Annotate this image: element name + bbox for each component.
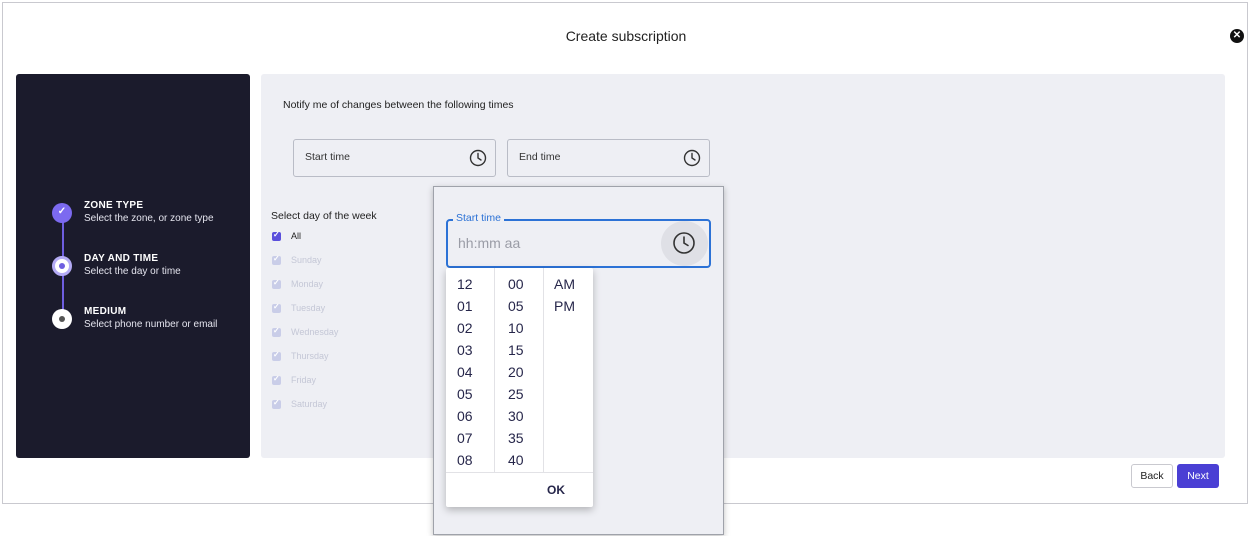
day-label: Friday: [291, 375, 317, 385]
hour-option[interactable]: 03: [446, 339, 494, 361]
ok-button[interactable]: OK: [547, 483, 565, 497]
checkbox-checked-icon[interactable]: [272, 230, 281, 241]
step-title: DAY AND TIME: [84, 253, 159, 264]
minute-option[interactable]: 05: [495, 295, 543, 317]
day-label: Saturday: [291, 399, 328, 409]
hour-option[interactable]: 01: [446, 295, 494, 317]
minute-option[interactable]: 00: [495, 273, 543, 295]
clock-icon[interactable]: [672, 231, 696, 255]
day-label: Wednesday: [291, 327, 339, 337]
clock-icon[interactable]: [469, 149, 487, 167]
start-time-input-label: Start time: [453, 212, 504, 224]
checkbox-checked-icon[interactable]: [272, 374, 281, 385]
day-label: All: [291, 231, 302, 241]
minute-option[interactable]: 35: [495, 427, 543, 449]
minute-option[interactable]: 25: [495, 383, 543, 405]
period-option-am[interactable]: AM: [544, 273, 593, 295]
start-time-label: Start time: [305, 151, 350, 163]
day-label: Thursday: [291, 351, 329, 361]
step-subtitle: Select the day or time: [84, 266, 181, 277]
minute-option[interactable]: 10: [495, 317, 543, 339]
hour-option[interactable]: 08: [446, 449, 494, 471]
back-button[interactable]: Back: [1131, 464, 1173, 488]
hour-option[interactable]: 12: [446, 273, 494, 295]
content-panel: [261, 74, 1225, 458]
step-title: ZONE TYPE: [84, 200, 144, 211]
day-label: Monday: [291, 279, 324, 289]
hour-option[interactable]: 04: [446, 361, 494, 383]
checkbox-checked-icon[interactable]: [272, 326, 281, 337]
hours-column[interactable]: 12 01 02 03 04 05 06 07 08: [446, 268, 495, 472]
start-time-field[interactable]: Start time: [293, 139, 496, 177]
minute-option[interactable]: 30: [495, 405, 543, 427]
modal-title: Create subscription: [565, 28, 687, 44]
next-button[interactable]: Next: [1177, 464, 1219, 488]
checkbox-checked-icon[interactable]: [272, 254, 281, 265]
minutes-column[interactable]: 00 05 10 15 20 25 30 35 40: [495, 268, 544, 472]
days-label: Select day of the week: [271, 210, 377, 222]
checkbox-checked-icon[interactable]: [272, 302, 281, 313]
time-picker-dropdown: 12 01 02 03 04 05 06 07 08 00 05 10 15 2…: [446, 268, 593, 507]
minute-option[interactable]: 20: [495, 361, 543, 383]
step-subtitle: Select the zone, or zone type: [84, 213, 214, 224]
day-label: Tuesday: [291, 303, 326, 313]
checkbox-checked-icon[interactable]: [272, 278, 281, 289]
step-subtitle: Select phone number or email: [84, 319, 218, 330]
hour-option[interactable]: 07: [446, 427, 494, 449]
minute-option[interactable]: 40: [495, 449, 543, 471]
period-column[interactable]: AM PM: [544, 268, 593, 472]
notify-label: Notify me of changes between the followi…: [283, 99, 514, 111]
end-time-field[interactable]: End time: [507, 139, 710, 177]
clock-icon[interactable]: [683, 149, 701, 167]
hour-option[interactable]: 05: [446, 383, 494, 405]
step-complete-icon: [52, 203, 72, 223]
time-picker-footer: OK: [446, 472, 593, 507]
close-icon[interactable]: ✕: [1230, 29, 1244, 43]
end-time-label: End time: [519, 151, 561, 163]
day-label: Sunday: [291, 255, 322, 265]
step-active-icon: [52, 256, 72, 276]
hour-option[interactable]: 02: [446, 317, 494, 339]
minute-option[interactable]: 15: [495, 339, 543, 361]
start-time-placeholder: hh:mm aa: [458, 235, 521, 251]
period-option-pm[interactable]: PM: [544, 295, 593, 317]
checkbox-checked-icon[interactable]: [272, 350, 281, 361]
step-title: MEDIUM: [84, 306, 127, 317]
step-pending-icon: [52, 309, 72, 329]
checkbox-checked-icon[interactable]: [272, 398, 281, 409]
hour-option[interactable]: 06: [446, 405, 494, 427]
